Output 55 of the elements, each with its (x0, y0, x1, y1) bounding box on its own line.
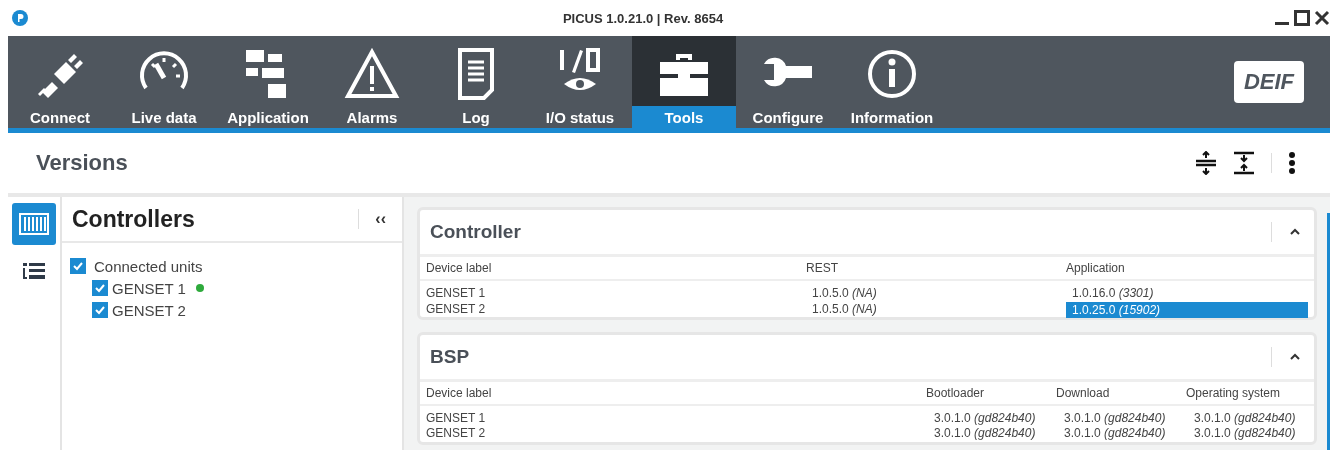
table-cell[interactable]: 3.0.1.0 (gd824b40) (1186, 425, 1296, 440)
rack-icon (19, 213, 49, 235)
rack-view-button[interactable] (12, 203, 56, 245)
table-cell[interactable]: 3.0.1.0 (gd824b40) (1056, 410, 1166, 425)
checkbox[interactable] (70, 258, 86, 274)
app-logo-icon (12, 10, 28, 26)
caret-icon[interactable] (1290, 353, 1300, 361)
scrollbar[interactable] (1327, 213, 1330, 450)
table-cell[interactable]: 1.0.5.0 (NA) (806, 285, 877, 300)
table-cell[interactable]: 1.0.16.0 (3301) (1066, 285, 1154, 300)
list-icon (23, 263, 45, 281)
table-cell[interactable]: GENSET 1 (426, 410, 486, 425)
column-header: REST (806, 261, 839, 275)
column-header: Operating system (1186, 386, 1282, 400)
nav-tab[interactable]: Live data (112, 36, 216, 128)
page-title: Versions (36, 150, 128, 176)
column-header: Bootloader (926, 386, 986, 400)
tree-item-label[interactable]: GENSET 1 (112, 279, 186, 297)
column-header: Application (1066, 261, 1126, 275)
nav-tab[interactable]: Alarms (320, 36, 424, 128)
nav-tab[interactable]: Tools (632, 36, 736, 128)
checkbox[interactable] (92, 280, 108, 296)
table-cell[interactable]: 3.0.1.0 (gd824b40) (926, 425, 1036, 440)
column-header: Device label (426, 386, 493, 400)
table-cell[interactable]: 1.0.25.0 (15902) (1066, 302, 1308, 318)
table-cell[interactable]: 3.0.1.0 (gd824b40) (1186, 410, 1296, 425)
card-title: BSP (430, 346, 471, 368)
column-header: Download (1056, 386, 1111, 400)
table-cell[interactable]: GENSET 2 (426, 425, 486, 440)
table-cell[interactable]: GENSET 2 (426, 302, 486, 316)
panel-title: Controllers (72, 205, 196, 233)
nav-tab[interactable]: Log (424, 36, 528, 128)
nav-tab[interactable]: Connect (8, 36, 112, 128)
tree-item-label[interactable]: GENSET 2 (112, 301, 186, 319)
nav-tab[interactable]: Information (840, 36, 944, 128)
close-icon[interactable] (1314, 10, 1330, 26)
tree-item-label[interactable]: Connected units (94, 257, 203, 275)
nav-tab[interactable]: I/O status (528, 36, 632, 128)
table-cell[interactable]: 1.0.5.0 (NA) (806, 302, 877, 316)
column-header: Device label (426, 261, 493, 275)
more-icon[interactable] (1288, 151, 1296, 175)
caret-icon[interactable] (1290, 228, 1300, 236)
window-title: PICUS 1.0.21.0 | Rev. 8654 (561, 10, 725, 26)
nav-tab[interactable]: Application (216, 36, 320, 128)
table-cell[interactable]: 3.0.1.0 (gd824b40) (926, 410, 1036, 425)
checkbox[interactable] (92, 302, 108, 318)
card-title: Controller (430, 221, 522, 243)
nav-tab[interactable]: Configure (736, 36, 840, 128)
collapse-panel-button[interactable]: ‹‹ (373, 210, 388, 228)
table-cell[interactable]: 3.0.1.0 (gd824b40) (1056, 425, 1166, 440)
collapse-icon[interactable] (1233, 151, 1255, 175)
table-cell[interactable]: GENSET 1 (426, 285, 486, 300)
maximize-icon[interactable] (1294, 10, 1310, 26)
expand-icon[interactable] (1195, 151, 1217, 175)
brand-logo: DEIF (1233, 61, 1304, 103)
